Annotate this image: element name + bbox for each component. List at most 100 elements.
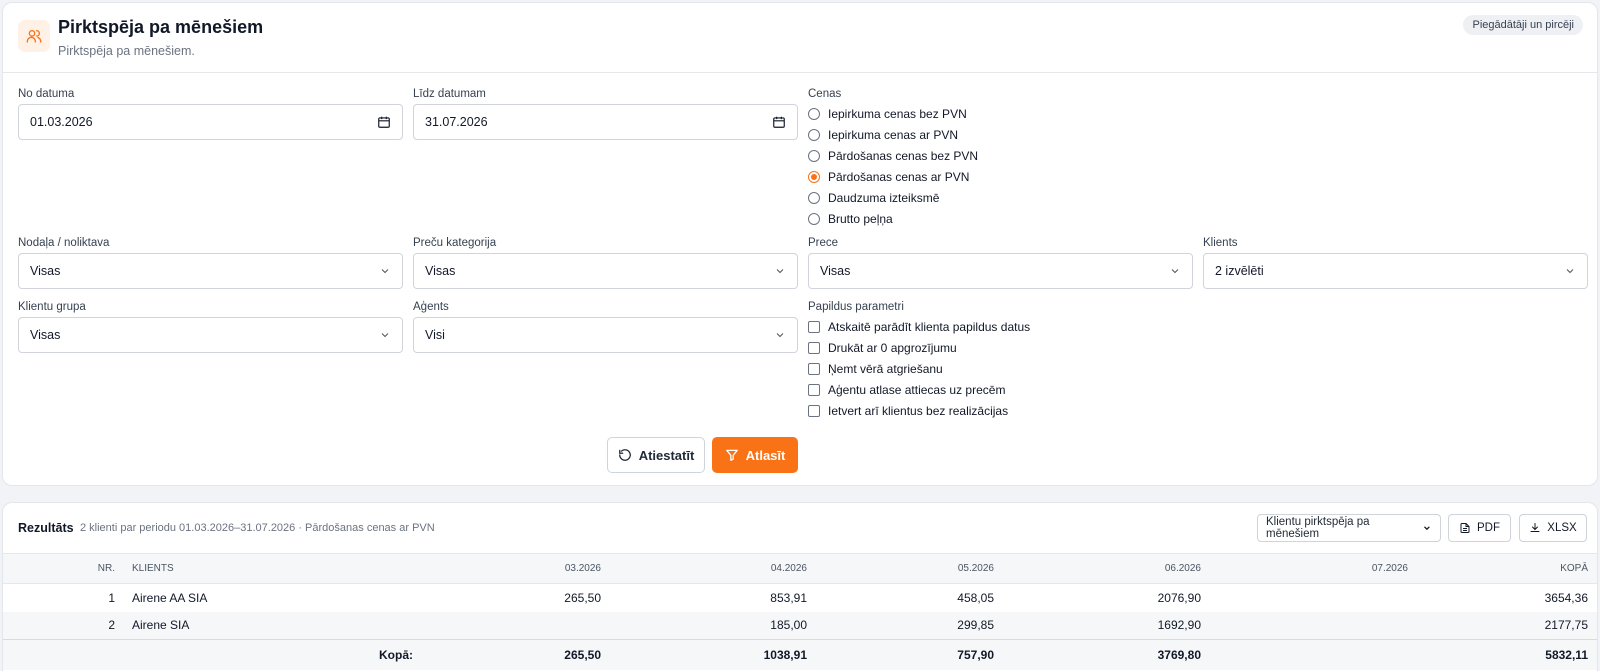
month-value: 458,05: [957, 590, 994, 605]
category-value: Visas: [425, 264, 456, 278]
price-option[interactable]: Iepirkuma cenas ar PVN: [808, 128, 958, 142]
month-value: 853,91: [770, 590, 807, 605]
radio-button[interactable]: [808, 192, 820, 204]
extra-option-label: Atskaitē parādīt klienta papildus datus: [828, 320, 1031, 334]
column-header[interactable]: 04.2026: [601, 553, 807, 584]
extra-params-label: Papildus parametri: [808, 301, 904, 313]
price-option-label: Pārdošanas cenas ar PVN: [828, 170, 970, 184]
column-header[interactable]: 03.2026: [413, 553, 601, 584]
clients-value: 2 izvēlēti: [1215, 264, 1264, 278]
price-option-selected[interactable]: Pārdošanas cenas ar PVN: [808, 170, 969, 184]
users-icon: [18, 20, 50, 52]
chevron-down-icon: [381, 333, 389, 338]
product-select[interactable]: Visas: [808, 253, 1193, 289]
checkbox[interactable]: [808, 405, 820, 417]
checkbox[interactable]: [808, 363, 820, 375]
column-header[interactable]: NR.: [3, 553, 115, 584]
date-to-label: Līdz datumam: [413, 88, 486, 100]
price-option[interactable]: Daudzuma izteiksmē: [808, 191, 939, 205]
price-option-label: Iepirkuma cenas ar PVN: [828, 128, 959, 142]
product-value: Visas: [820, 264, 851, 278]
download-icon: [1530, 523, 1540, 532]
column-header[interactable]: 07.2026: [1201, 553, 1408, 584]
document-icon: [1460, 523, 1470, 533]
reset-button-label: Atiestatīt: [638, 447, 695, 463]
totals-row: Kopā: 265,50 1038,91 757,90 3769,80 5832…: [3, 639, 1597, 670]
radio-button[interactable]: [808, 108, 820, 120]
month-value: 299,85: [807, 611, 994, 640]
chevron-down-icon: [1424, 526, 1430, 531]
month-value: 185,00: [601, 611, 807, 640]
date-from-value: 01.03.2026: [30, 115, 93, 129]
month-value: [1201, 611, 1408, 640]
extra-option-label: Aģentu atlase attiecas uz precēm: [828, 383, 1006, 397]
grand-total: 5832,11: [1408, 639, 1597, 670]
agents-select[interactable]: Visi: [413, 317, 798, 353]
extra-option-label: Ietvert arī klientus bez realizācijas: [828, 404, 1009, 418]
page-title: Pirktspēja pa mēnešiem: [58, 17, 264, 37]
radio-button[interactable]: [808, 129, 820, 141]
radio-button-checked[interactable]: [808, 171, 820, 183]
chevron-down-icon: [776, 333, 784, 338]
extra-option[interactable]: Atskaitē parādīt klienta papildus datus: [808, 320, 1030, 334]
agents-label: Aģents: [413, 301, 449, 313]
total-value: 265,50: [413, 639, 601, 670]
column-header[interactable]: 05.2026: [807, 553, 994, 584]
date-from-input[interactable]: 01.03.2026: [18, 104, 403, 140]
clients-select[interactable]: 2 izvēlēti: [1203, 253, 1588, 289]
column-header[interactable]: 06.2026: [994, 553, 1201, 584]
xlsx-label: XLSX: [1547, 522, 1577, 534]
total-value: 3769,80: [994, 639, 1201, 670]
department-select[interactable]: Visas: [18, 253, 403, 289]
extra-option[interactable]: Aģentu atlase attiecas uz precēm: [808, 383, 1005, 397]
reset-button[interactable]: Atiestatīt: [607, 437, 705, 473]
export-xlsx-button[interactable]: XLSX: [1519, 514, 1587, 542]
month-value: 265,50: [564, 590, 601, 605]
table-row[interactable]: 2 Airene SIA 185,00 299,85 1692,90 2177,…: [3, 611, 1597, 640]
category-select[interactable]: Visas: [413, 253, 798, 289]
table-header-row: NR. KLIENTS 03.2026 04.2026 05.2026 06.2…: [3, 553, 1597, 584]
price-option[interactable]: Iepirkuma cenas bez PVN: [808, 107, 967, 121]
price-option-label: Pārdošanas cenas bez PVN: [828, 149, 979, 163]
row-number: 1: [108, 590, 115, 605]
checkbox[interactable]: [808, 384, 820, 396]
filter-icon: [725, 449, 738, 461]
extra-option[interactable]: Ņemt vērā atgriešanu: [808, 362, 943, 376]
calendar-icon[interactable]: [772, 115, 786, 129]
pdf-label: PDF: [1477, 522, 1500, 534]
export-pdf-button[interactable]: PDF: [1448, 514, 1511, 542]
table-row[interactable]: 1 Airene AA SIA 265,50 853,91 458,05 207…: [3, 584, 1597, 612]
price-option-label: Daudzuma izteiksmē: [828, 191, 940, 205]
chevron-down-icon: [1566, 269, 1574, 274]
product-label: Prece: [808, 237, 839, 249]
extra-option[interactable]: Ietvert arī klientus bez realizācijas: [808, 404, 1008, 418]
client-group-label: Klientu grupa: [18, 301, 86, 313]
department-label: Nodaļa / noliktava: [18, 237, 110, 249]
total-value: [1201, 639, 1408, 670]
extra-option[interactable]: Drukāt ar 0 apgrozījumu: [808, 341, 957, 355]
results-table: NR. KLIENTS 03.2026 04.2026 05.2026 06.2…: [3, 553, 1597, 670]
checkbox[interactable]: [808, 321, 820, 333]
radio-button[interactable]: [808, 150, 820, 162]
checkbox[interactable]: [808, 342, 820, 354]
agents-value: Visi: [425, 328, 445, 342]
department-value: Visas: [30, 264, 61, 278]
column-header[interactable]: KOPĀ: [1408, 553, 1597, 584]
report-type-select[interactable]: Klientu pirktspēja pa mēnešiem: [1257, 514, 1441, 542]
category-badge: Piegādātāji un pircēji: [1463, 15, 1583, 35]
calendar-icon[interactable]: [377, 115, 391, 129]
price-option[interactable]: Brutto peļņa: [808, 212, 893, 226]
chevron-down-icon: [776, 269, 784, 274]
date-to-input[interactable]: 31.07.2026: [413, 104, 798, 140]
row-total: 2177,75: [1408, 611, 1597, 640]
price-option-label: Brutto peļņa: [828, 212, 893, 226]
client-group-select[interactable]: Visas: [18, 317, 403, 353]
apply-filter-button[interactable]: Atlasīt: [712, 437, 798, 473]
radio-button[interactable]: [808, 213, 820, 225]
column-header[interactable]: KLIENTS: [115, 553, 413, 584]
price-option[interactable]: Pārdošanas cenas bez PVN: [808, 149, 978, 163]
chevron-down-icon: [381, 269, 389, 274]
client-name: Airene SIA: [115, 611, 413, 640]
report-type-value: Klientu pirktspēja pa mēnešiem: [1266, 516, 1370, 540]
row-total: 3654,36: [1544, 590, 1588, 605]
